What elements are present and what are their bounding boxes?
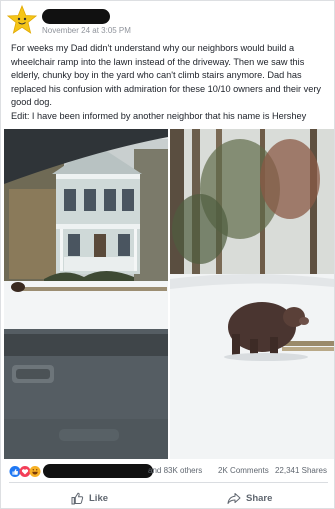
share-arrow-icon	[227, 492, 241, 504]
divider	[9, 482, 328, 483]
share-label: Share	[246, 492, 273, 504]
reactions-bar: and 83K others 2K Comments 22,341 Shares	[9, 463, 329, 479]
author-name-redacted[interactable]	[42, 9, 110, 24]
profile-avatar[interactable]	[7, 5, 37, 35]
share-button[interactable]: Share	[227, 489, 272, 507]
post-timestamp[interactable]: November 24 at 3:05 PM	[42, 26, 131, 35]
post-card: November 24 at 3:05 PM For weeks my Dad …	[0, 0, 335, 509]
haha-icon	[29, 466, 41, 477]
like-label: Like	[89, 492, 109, 504]
reaction-count[interactable]: and 83K others	[148, 466, 202, 475]
engagement-counts: 2K Comments 22,341 Shares	[214, 466, 327, 475]
photo-dog-in-snow[interactable]	[170, 129, 334, 459]
reactor-names-redacted[interactable]	[43, 464, 153, 478]
love-icon	[19, 466, 31, 477]
photo-house-from-car[interactable]	[4, 129, 168, 459]
post-body: For weeks my Dad didn't understand why o…	[11, 43, 321, 108]
thumbs-up-icon	[71, 492, 84, 504]
like-icon	[9, 466, 21, 477]
like-button[interactable]: Like	[71, 489, 108, 507]
post-edit-note: Edit: I have been informed by another ne…	[11, 111, 307, 121]
reaction-icons[interactable]	[9, 465, 43, 478]
shares-count[interactable]: 22,341 Shares	[275, 466, 327, 475]
comments-count[interactable]: 2K Comments	[218, 466, 269, 475]
